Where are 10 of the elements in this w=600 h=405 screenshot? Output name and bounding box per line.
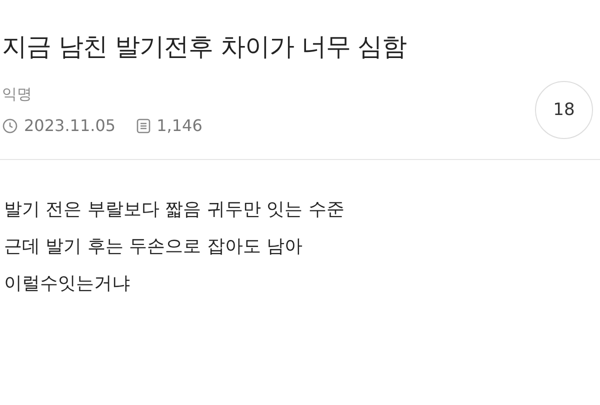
view-count: 1,146 xyxy=(156,116,202,135)
clock-icon xyxy=(2,118,18,134)
comment-count[interactable]: 18 xyxy=(535,81,593,139)
post-title: 지금 남친 발기전후 차이가 너무 심함 xyxy=(2,31,408,63)
document-icon xyxy=(136,118,151,134)
body-text: 이럴수잇는거냐 xyxy=(4,272,131,296)
body-text: 발기 전은 부랄보다 짧음 귀두만 잇는 수준 xyxy=(4,198,346,222)
post-date: 2023.11.05 xyxy=(24,116,116,135)
body-text: 근데 발기 후는 두손으로 잡아도 남아 xyxy=(4,235,304,259)
author-name: 익명 xyxy=(2,85,33,104)
